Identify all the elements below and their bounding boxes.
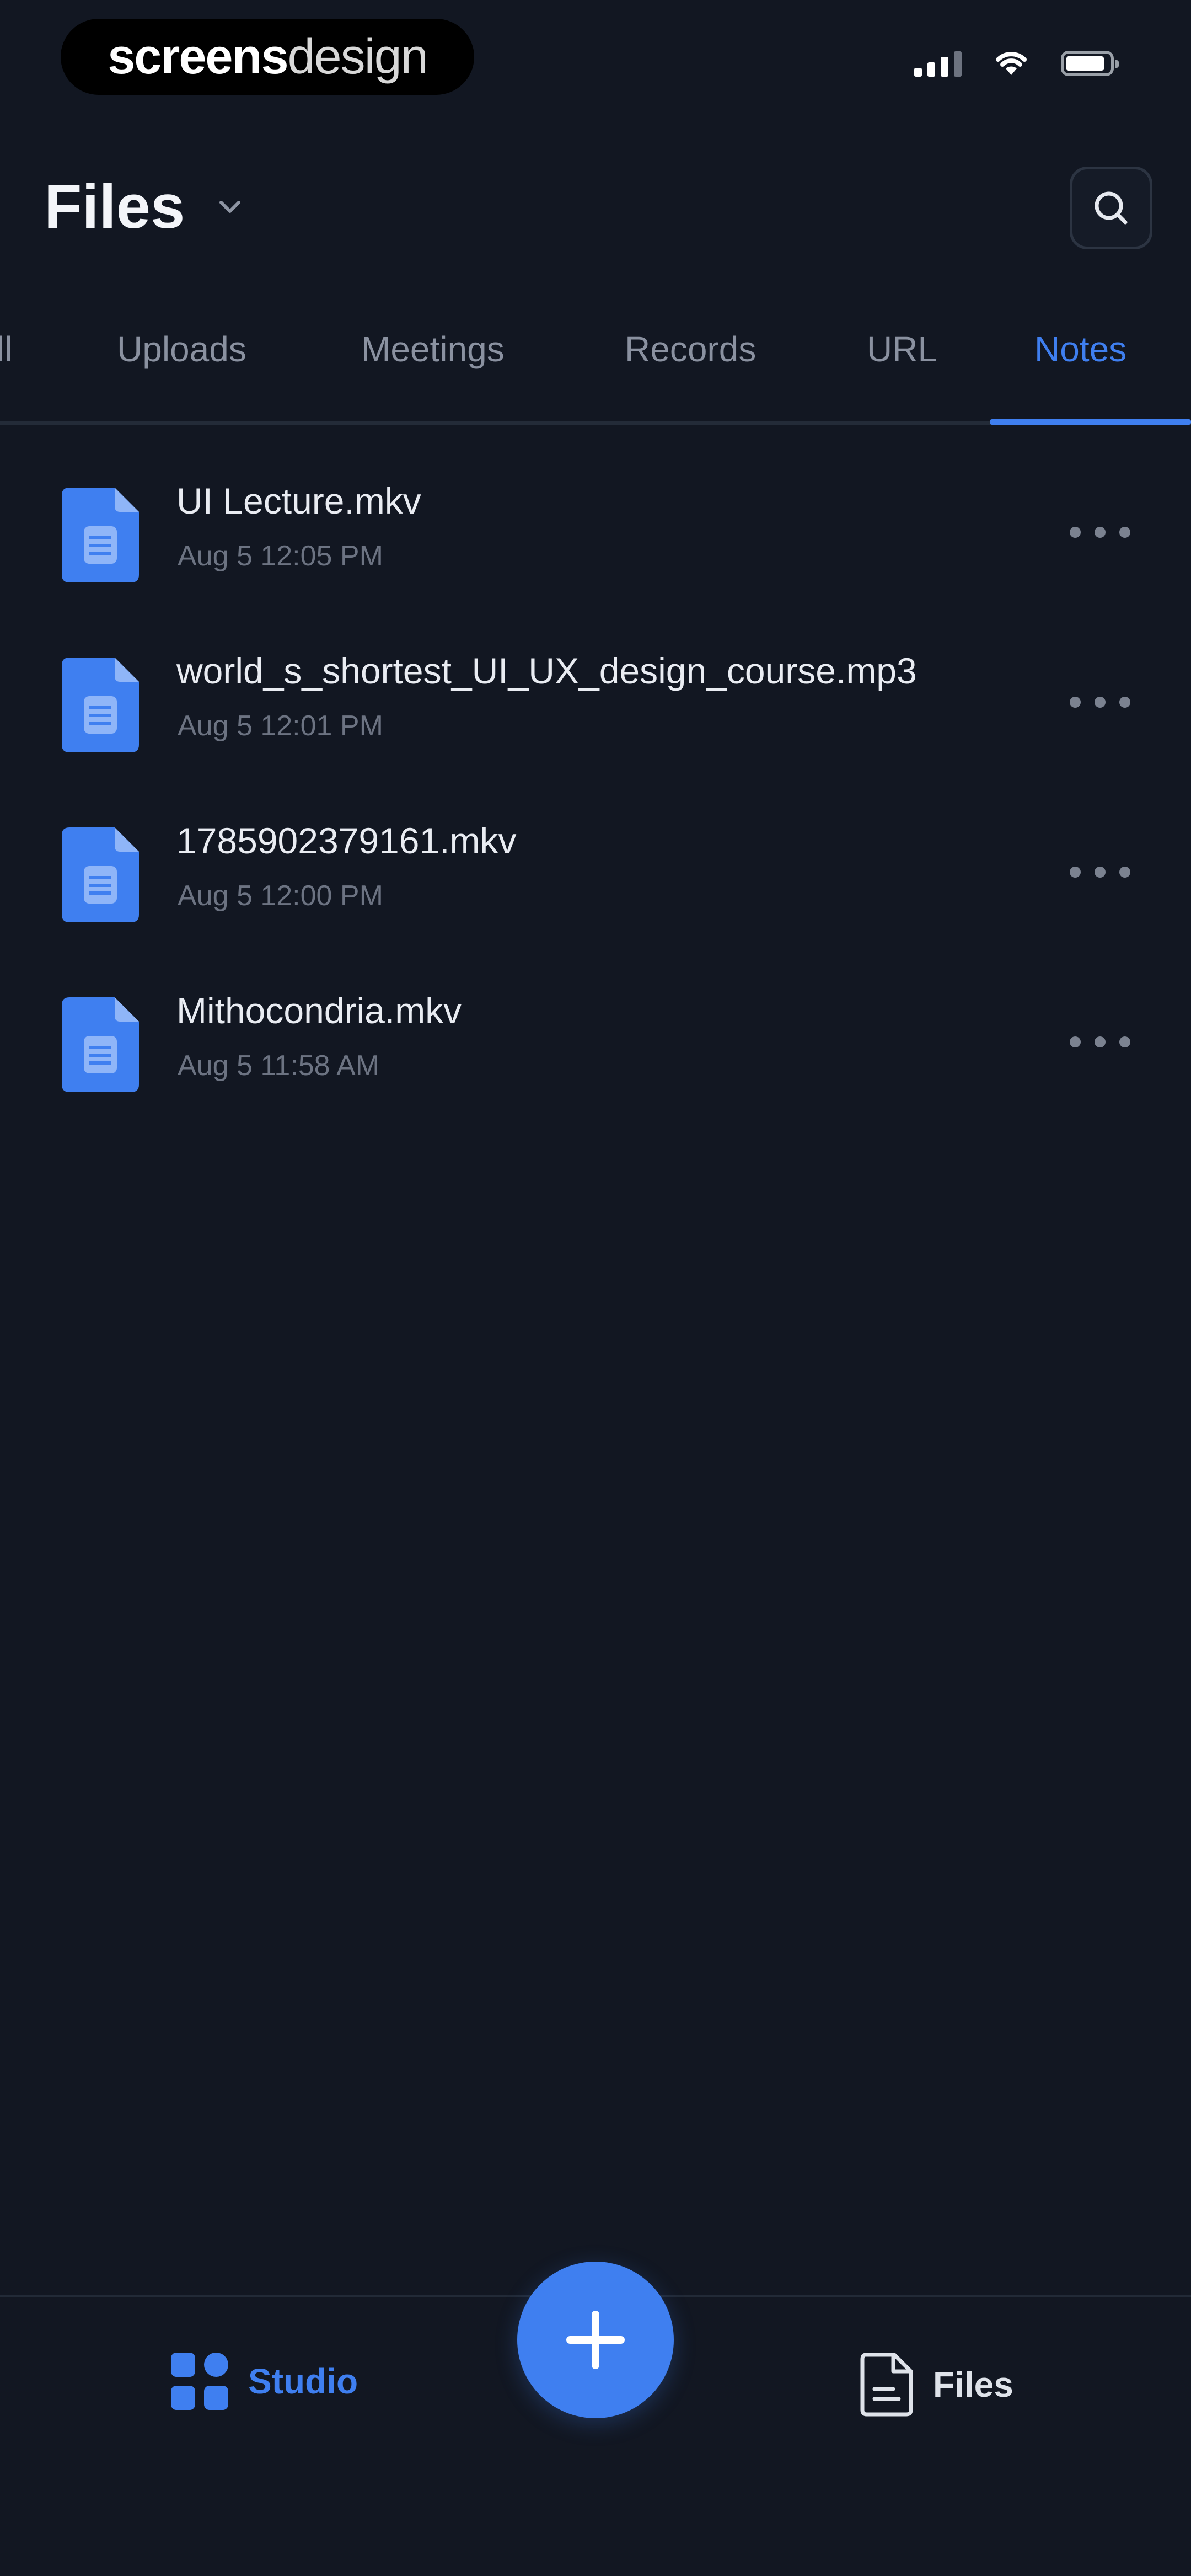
search-icon <box>1095 191 1128 225</box>
chevron-down-icon <box>219 200 241 213</box>
tab-all[interactable]: ll <box>0 329 12 370</box>
search-button[interactable] <box>1070 167 1152 249</box>
list-item[interactable]: Mithocondria.mkv Aug 5 11:58 AM <box>0 968 1191 1137</box>
more-options-icon[interactable] <box>1070 1023 1130 1061</box>
file-date: Aug 5 12:01 PM <box>178 710 383 742</box>
brand-part-2: design <box>287 29 428 84</box>
file-date: Aug 5 12:05 PM <box>178 540 383 572</box>
file-name: Mithocondria.mkv <box>176 990 462 1031</box>
category-tabs: ll Uploads Meetings Records URL Notes <box>0 309 1191 425</box>
add-button[interactable] <box>517 2262 674 2418</box>
header: Files <box>0 160 1191 259</box>
tab-uploads[interactable]: Uploads <box>117 329 246 370</box>
document-file-icon <box>62 488 139 582</box>
document-file-icon <box>62 827 139 922</box>
battery-icon <box>1061 51 1119 76</box>
tab-url[interactable]: URL <box>867 329 937 370</box>
file-name: world_s_shortest_UI_UX_design_course.mp3 <box>176 650 917 691</box>
more-options-icon[interactable] <box>1070 683 1130 722</box>
active-tab-indicator <box>990 419 1191 425</box>
nav-files[interactable]: Files <box>860 2353 1013 2417</box>
file-date: Aug 5 11:58 AM <box>178 1050 380 1082</box>
plus-icon <box>566 2311 625 2369</box>
document-file-icon <box>62 997 139 1092</box>
wifi-icon <box>996 52 1027 75</box>
file-name: 1785902379161.mkv <box>176 820 517 861</box>
more-options-icon[interactable] <box>1070 513 1130 552</box>
page-title: Files <box>44 172 185 241</box>
file-date: Aug 5 12:00 PM <box>178 880 383 912</box>
tab-records[interactable]: Records <box>625 329 756 370</box>
nav-files-label: Files <box>933 2365 1013 2404</box>
files-title-dropdown[interactable]: Files <box>44 171 245 242</box>
file-list: UI Lecture.mkv Aug 5 12:05 PM world_s_sh… <box>0 458 1191 1137</box>
tab-meetings[interactable]: Meetings <box>361 329 505 370</box>
brand-watermark: screens design <box>61 19 474 95</box>
brand-part-1: screens <box>108 29 288 84</box>
nav-studio[interactable]: Studio <box>171 2353 358 2410</box>
status-bar: screens design <box>0 0 1191 138</box>
status-icons <box>914 50 1119 77</box>
list-item[interactable]: 1785902379161.mkv Aug 5 12:00 PM <box>0 798 1191 968</box>
file-name: UI Lecture.mkv <box>176 480 421 521</box>
grid-icon <box>171 2353 228 2410</box>
cellular-signal-icon <box>914 50 962 77</box>
nav-studio-label: Studio <box>248 2361 358 2401</box>
list-item[interactable]: world_s_shortest_UI_UX_design_course.mp3… <box>0 628 1191 798</box>
file-icon <box>860 2353 913 2417</box>
list-item[interactable]: UI Lecture.mkv Aug 5 12:05 PM <box>0 458 1191 628</box>
tab-notes[interactable]: Notes <box>1034 329 1126 370</box>
document-file-icon <box>62 658 139 752</box>
more-options-icon[interactable] <box>1070 853 1130 891</box>
